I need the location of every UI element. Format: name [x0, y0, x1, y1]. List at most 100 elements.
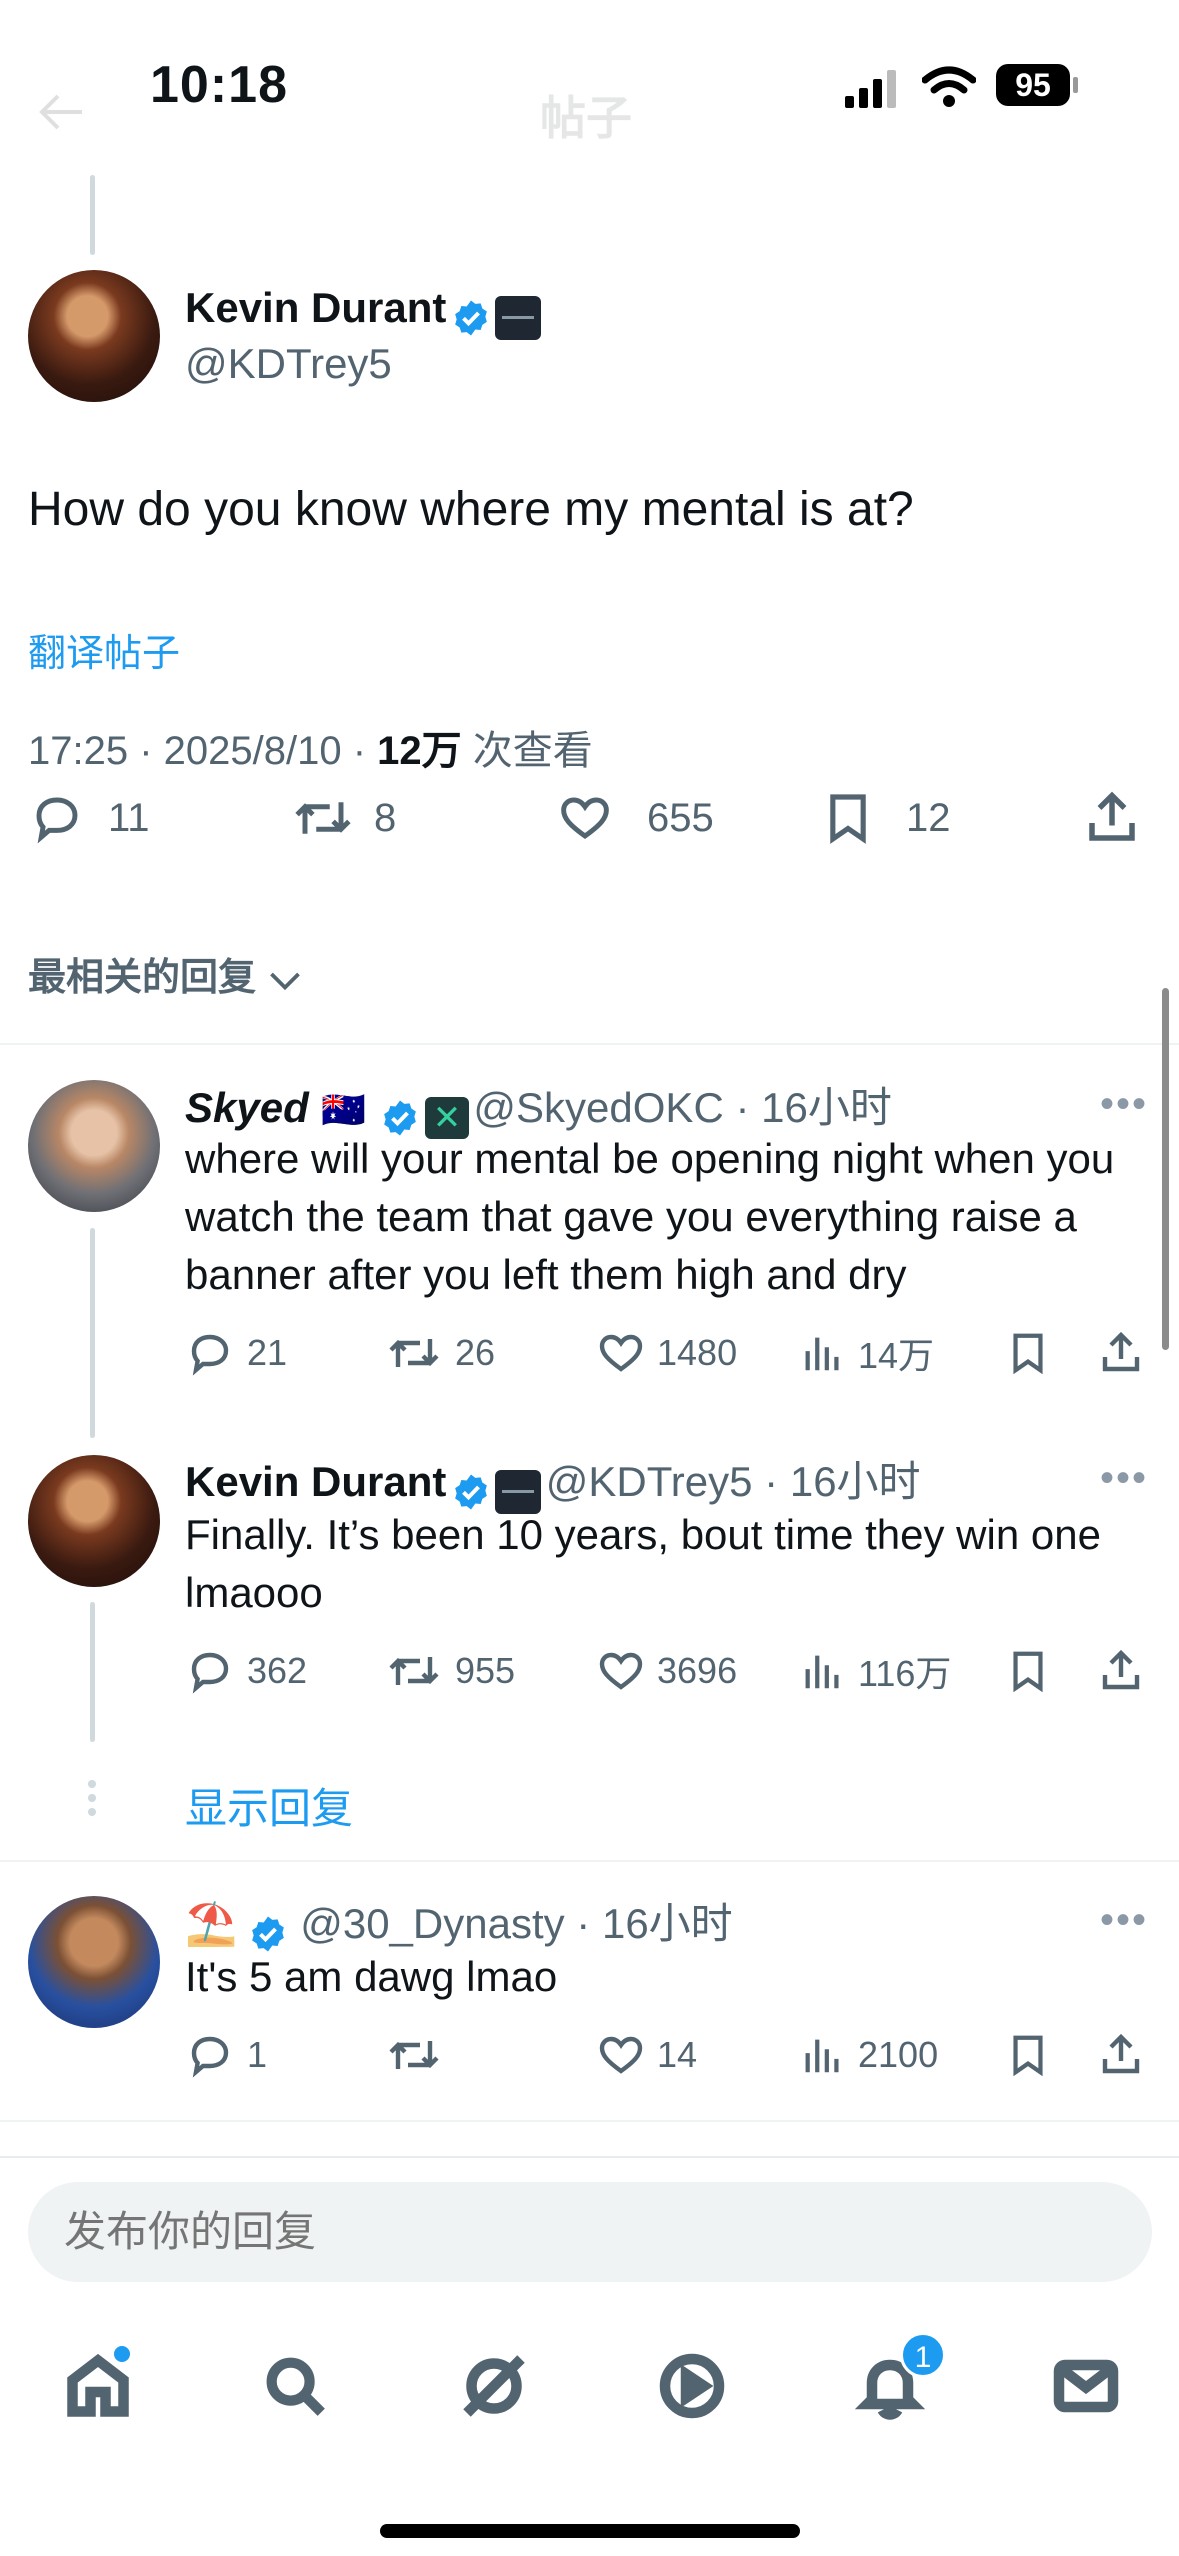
back-arrow-icon[interactable] — [38, 92, 86, 137]
views-button[interactable]: 116万 — [800, 1645, 951, 1697]
views-button[interactable]: 14万 — [800, 1327, 934, 1379]
video-tab[interactable] — [656, 2350, 728, 2427]
bookmark-icon — [1013, 1333, 1043, 1375]
affiliate-badge-icon[interactable] — [495, 295, 542, 340]
reply-text: where will your mental be opening night … — [185, 1135, 1115, 1298]
home-tab[interactable] — [62, 2346, 134, 2427]
reply-handle[interactable]: @KDTrey5 — [546, 1458, 753, 1505]
share-button[interactable] — [1097, 2030, 1145, 2080]
show-replies-link[interactable]: 显示回复 — [185, 1775, 353, 1836]
reply-icon — [191, 1652, 229, 1694]
reply-handle[interactable]: @30_Dynasty — [300, 1900, 564, 1947]
header-title: 帖子 — [540, 92, 632, 144]
thread-connector — [90, 175, 95, 255]
more-options-icon[interactable]: ••• — [1100, 1082, 1148, 1127]
bookmark-button[interactable]: 12 — [820, 788, 951, 848]
main-tweet-author[interactable]: Kevin Durant — [185, 284, 542, 340]
tweet-meta: 17:25 · 2025/8/10 · 12万 次查看 — [28, 718, 593, 776]
sort-replies-dropdown[interactable]: 最相关的回复 — [28, 946, 303, 1001]
bookmark-icon — [1013, 1651, 1043, 1693]
retweet-count: 8 — [374, 795, 397, 840]
reply-header: ⛱️ @30_Dynasty · 16小时 — [185, 1890, 733, 1954]
flag-emoji: 🇦🇺 — [321, 1089, 367, 1130]
reply-author-name[interactable]: Skyed — [185, 1084, 309, 1131]
reply-icon — [191, 2036, 229, 2078]
author-name[interactable]: Kevin Durant — [185, 284, 446, 331]
messages-tab[interactable] — [1050, 2350, 1122, 2427]
bookmark-icon — [1013, 2035, 1043, 2077]
retweet-icon — [295, 802, 351, 834]
reply-composer[interactable] — [28, 2182, 1152, 2282]
home-indicator — [380, 2524, 800, 2538]
retweet-button[interactable]: 955 — [385, 1647, 515, 1695]
like-button[interactable]: 1480 — [595, 1329, 737, 1377]
reply-time[interactable]: 16小时 — [602, 1900, 733, 1947]
like-count: 1480 — [657, 1332, 738, 1373]
avatar[interactable] — [28, 270, 160, 402]
author-handle[interactable]: @KDTrey5 — [185, 340, 392, 388]
share-button[interactable] — [1082, 788, 1142, 848]
share-button[interactable] — [1097, 1328, 1145, 1378]
views-button[interactable]: 2100 — [800, 2031, 938, 2079]
wifi-icon — [921, 66, 977, 113]
notifications-tab[interactable]: 1 — [854, 2332, 946, 2427]
reply-time[interactable]: 16小时 — [761, 1084, 892, 1131]
share-icon — [1102, 1649, 1140, 1690]
heart-icon — [561, 797, 609, 840]
analytics-icon — [805, 1337, 839, 1371]
reply-input[interactable] — [64, 2182, 1104, 2282]
reply-handle[interactable]: @SkyedOKC — [473, 1084, 723, 1131]
avatar[interactable] — [28, 1455, 160, 1587]
search-icon — [266, 2357, 325, 2416]
reply-text: It's 5 am dawg lmao — [185, 1953, 558, 2000]
divider — [0, 1043, 1179, 1045]
scrollbar[interactable] — [1162, 988, 1169, 1350]
retweet-icon — [389, 1657, 439, 1685]
reply-button[interactable]: 1 — [185, 2031, 267, 2079]
share-icon — [1102, 1331, 1140, 1372]
bookmark-button[interactable] — [1005, 2030, 1051, 2080]
bottom-tab-bar: 1 — [0, 2290, 1179, 2556]
like-button[interactable]: 655 — [555, 791, 714, 845]
like-count: 3696 — [657, 1650, 738, 1691]
avatar[interactable] — [28, 1080, 160, 1212]
avatar[interactable] — [28, 1896, 160, 2028]
analytics-icon — [805, 1655, 839, 1689]
bookmark-button[interactable] — [1005, 1646, 1051, 1696]
reply-author-name[interactable]: ⛱️ — [185, 1900, 237, 1947]
reply-count: 1 — [247, 2034, 268, 2075]
retweet-button[interactable] — [385, 2031, 443, 2079]
verified-badge-icon — [454, 300, 487, 336]
vertical-dots-icon — [88, 1780, 96, 1816]
translate-link[interactable]: 翻译帖子 — [28, 622, 180, 677]
share-button[interactable] — [1097, 1646, 1145, 1696]
retweet-button[interactable]: 26 — [385, 1329, 495, 1377]
reply-button[interactable]: 362 — [185, 1647, 307, 1695]
divider — [0, 2120, 1179, 2122]
reply-time[interactable]: 16小时 — [790, 1458, 921, 1505]
thread-connector — [90, 1228, 95, 1438]
battery-level: 95 — [996, 64, 1070, 106]
heart-icon — [599, 1652, 643, 1690]
views-count: 116万 — [858, 1653, 952, 1694]
bookmark-button[interactable] — [1005, 1328, 1051, 1378]
reply-button[interactable]: 11 — [28, 791, 150, 845]
reply-author-name[interactable]: Kevin Durant — [185, 1458, 446, 1505]
battery-icon: 95 — [996, 64, 1078, 106]
grok-tab[interactable] — [458, 2350, 530, 2427]
more-options-icon[interactable]: ••• — [1100, 1456, 1148, 1501]
more-options-icon[interactable]: ••• — [1100, 1898, 1148, 1943]
retweet-button[interactable]: 8 — [290, 791, 396, 845]
divider — [0, 1860, 1179, 1862]
reply-button[interactable]: 21 — [185, 1329, 287, 1377]
bookmark-count: 12 — [906, 795, 951, 840]
like-button[interactable]: 3696 — [595, 1647, 737, 1695]
tweet-timestamp[interactable]: 17:25 · 2025/8/10 · — [28, 729, 377, 773]
home-unread-dot — [114, 2346, 130, 2362]
like-button[interactable]: 14 — [595, 2031, 697, 2079]
status-time: 10:18 — [150, 56, 288, 114]
chevron-down-icon — [269, 972, 300, 991]
like-count: 655 — [647, 795, 714, 840]
analytics-icon — [805, 2039, 839, 2073]
search-tab[interactable] — [260, 2350, 330, 2427]
